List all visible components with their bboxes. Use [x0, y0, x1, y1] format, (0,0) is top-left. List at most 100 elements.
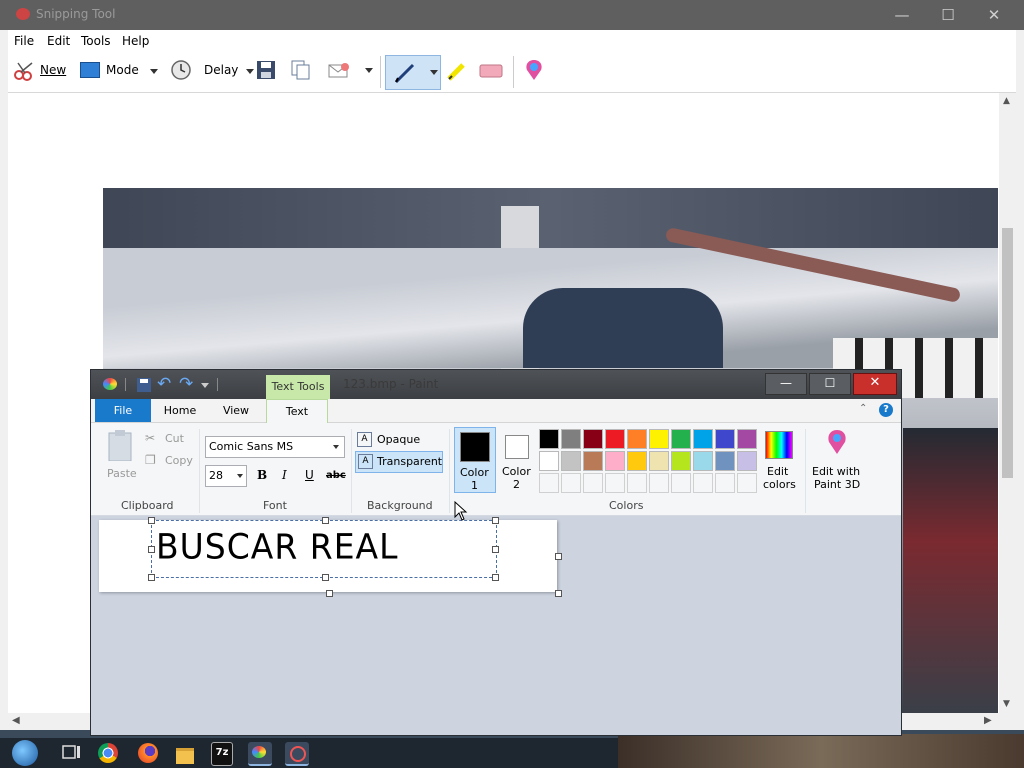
menu-edit[interactable]: Edit — [47, 34, 70, 48]
custom-color-swatch[interactable] — [649, 473, 669, 493]
custom-color-swatch[interactable] — [715, 473, 735, 493]
scroll-thumb[interactable] — [1002, 228, 1013, 478]
paint-taskbar-icon[interactable] — [248, 742, 272, 766]
color-swatch[interactable] — [693, 451, 713, 471]
strikethrough-button[interactable]: abc — [326, 470, 346, 481]
transparent-button[interactable]: A Transparent — [355, 451, 443, 473]
eraser-icon[interactable] — [478, 62, 504, 82]
custom-color-swatch[interactable] — [671, 473, 691, 493]
color-swatch[interactable] — [671, 429, 691, 449]
custom-color-swatch[interactable] — [561, 473, 581, 493]
snipping-taskbar-icon[interactable] — [285, 742, 309, 766]
7zip-icon[interactable]: 7z — [211, 742, 233, 766]
scroll-down-arrow[interactable]: ▼ — [1003, 699, 1010, 709]
color-swatch[interactable] — [605, 429, 625, 449]
delay-button[interactable]: Delay — [170, 58, 256, 84]
color-swatch[interactable] — [539, 429, 559, 449]
color2-button[interactable]: Color 2 — [499, 427, 539, 491]
custom-color-swatch[interactable] — [737, 473, 757, 493]
italic-button[interactable]: I — [282, 468, 287, 482]
menu-tools[interactable]: Tools — [81, 34, 111, 48]
resize-handle[interactable] — [492, 517, 499, 524]
resize-handle[interactable] — [492, 546, 499, 553]
save-icon[interactable] — [256, 60, 276, 80]
cut-button[interactable]: ✂ Cut — [145, 431, 197, 447]
text-box[interactable]: BUSCAR REAL — [148, 517, 499, 581]
color-swatch[interactable] — [737, 451, 757, 471]
paint-title-bar[interactable]: ↶ ↷ Text Tools 123.bmp - Paint — ☐ ✕ — [91, 370, 901, 399]
task-view-icon[interactable] — [60, 742, 84, 764]
resize-handle[interactable] — [322, 517, 329, 524]
minimize-ribbon-icon[interactable]: ⌃ — [859, 403, 867, 414]
vertical-scrollbar[interactable]: ▲ ▼ — [999, 93, 1016, 713]
tab-file[interactable]: File — [95, 399, 151, 422]
minimize-button[interactable]: — — [880, 2, 924, 28]
resize-handle[interactable] — [148, 574, 155, 581]
firefox-icon[interactable] — [138, 743, 158, 763]
color-swatch[interactable] — [583, 429, 603, 449]
canvas-resize-handle[interactable] — [555, 553, 562, 560]
color-swatch[interactable] — [715, 429, 735, 449]
copy-button[interactable]: ❐ Copy — [145, 453, 201, 469]
color-swatch[interactable] — [539, 451, 559, 471]
delay-dropdown-arrow[interactable] — [246, 69, 254, 74]
start-button[interactable] — [8, 738, 44, 768]
underline-button[interactable]: U — [305, 468, 314, 482]
save-icon[interactable] — [137, 378, 151, 392]
tab-home[interactable]: Home — [153, 399, 207, 422]
font-size-select[interactable]: 28 — [205, 465, 247, 487]
mode-button[interactable]: Mode — [78, 58, 164, 84]
tab-view[interactable]: View — [209, 399, 263, 422]
pen-button[interactable] — [385, 55, 441, 90]
customize-qat-arrow[interactable] — [201, 383, 209, 388]
file-explorer-icon[interactable] — [174, 742, 198, 764]
color-swatch[interactable] — [693, 429, 713, 449]
scroll-right-arrow[interactable]: ▶ — [984, 715, 992, 726]
snipping-title-bar[interactable]: Snipping Tool — ☐ ✕ — [0, 0, 1024, 30]
color-swatch[interactable] — [671, 451, 691, 471]
maximize-button[interactable]: ☐ — [926, 2, 970, 28]
font-size-dropdown-arrow[interactable] — [237, 474, 243, 478]
font-family-select[interactable]: Comic Sans MS — [205, 436, 345, 458]
pen-dropdown-arrow[interactable] — [430, 70, 438, 75]
custom-color-swatch[interactable] — [693, 473, 713, 493]
new-snip-button[interactable]: New — [10, 58, 68, 84]
color-swatch[interactable] — [627, 451, 647, 471]
paint-canvas[interactable]: BUSCAR REAL — [99, 517, 562, 597]
color-swatch[interactable] — [715, 451, 735, 471]
menu-file[interactable]: File — [14, 34, 34, 48]
resize-handle[interactable] — [148, 517, 155, 524]
color-swatch[interactable] — [627, 429, 647, 449]
mode-dropdown-arrow[interactable] — [150, 69, 158, 74]
help-icon[interactable]: ? — [879, 403, 893, 417]
menu-help[interactable]: Help — [122, 34, 149, 48]
canvas-resize-handle[interactable] — [326, 590, 333, 597]
edit-with-paint3d-button[interactable]: Edit with Paint 3D — [809, 427, 865, 491]
custom-color-swatch[interactable] — [605, 473, 625, 493]
color-swatch[interactable] — [605, 451, 625, 471]
close-button[interactable]: ✕ — [972, 2, 1016, 28]
paint-close-button[interactable]: ✕ — [853, 373, 897, 395]
color1-button[interactable]: Color 1 — [454, 427, 496, 493]
resize-handle[interactable] — [322, 574, 329, 581]
custom-color-swatch[interactable] — [539, 473, 559, 493]
color-swatch[interactable] — [649, 451, 669, 471]
custom-color-swatch[interactable] — [627, 473, 647, 493]
paste-button[interactable]: Paste — [103, 429, 139, 481]
highlighter-icon[interactable] — [445, 59, 469, 83]
tab-text[interactable]: Text — [266, 399, 328, 424]
edit-colors-button[interactable]: Edit colors — [759, 427, 799, 491]
copy-icon[interactable] — [290, 59, 312, 81]
color-swatch[interactable] — [561, 429, 581, 449]
resize-handle[interactable] — [148, 546, 155, 553]
scroll-left-arrow[interactable]: ◀ — [12, 715, 20, 726]
color-swatch[interactable] — [561, 451, 581, 471]
opaque-button[interactable]: A Opaque — [357, 431, 437, 449]
custom-color-swatch[interactable] — [583, 473, 603, 493]
redo-icon[interactable]: ↷ — [179, 374, 193, 394]
font-dropdown-arrow[interactable] — [333, 445, 339, 449]
color-swatch[interactable] — [737, 429, 757, 449]
paint3d-icon[interactable] — [523, 58, 545, 82]
paint-minimize-button[interactable]: — — [765, 373, 807, 395]
bold-button[interactable]: B — [257, 468, 267, 482]
